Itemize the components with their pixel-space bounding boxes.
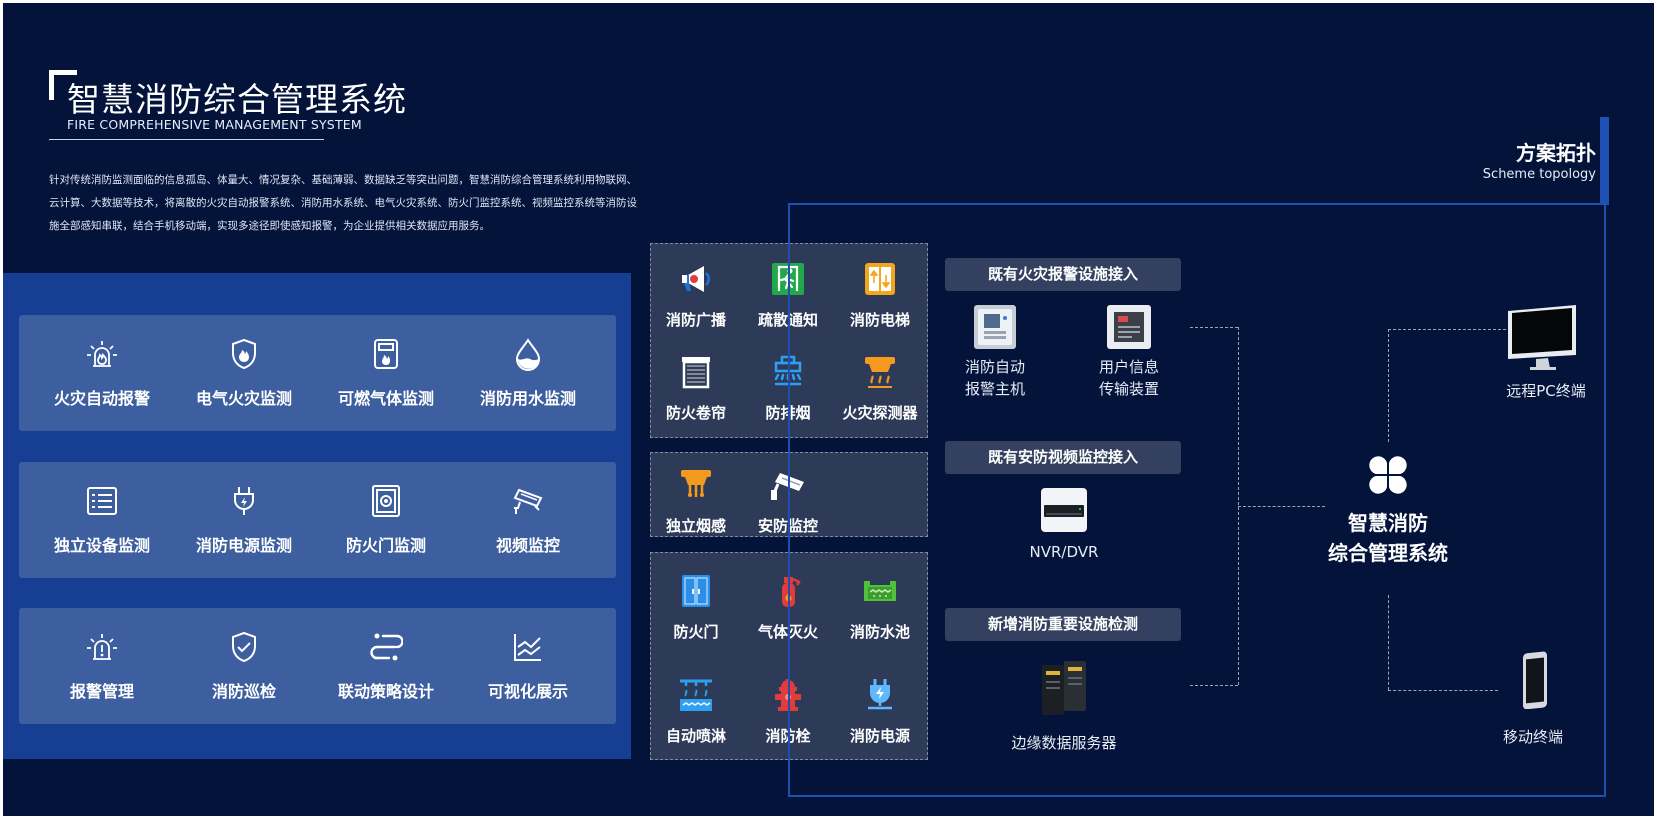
page-subtitle: FIRE COMPREHENSIVE MANAGEMENT SYSTEM [67, 117, 362, 132]
feature-label: 消防巡检 [211, 682, 276, 701]
feature-electrical-fire: 电气火灾监测 [169, 315, 319, 431]
topology-frame [788, 203, 1606, 797]
section-header-new-facilities: 新增消防重要设施检测 [945, 608, 1181, 641]
feature-visualization: 可视化展示 [453, 608, 603, 724]
connector-line [1388, 329, 1506, 330]
connector-line [1388, 329, 1389, 442]
feature-device-monitor: 独立设备监测 [27, 462, 177, 578]
connector-line [1388, 595, 1389, 690]
feature-panel: 火灾自动报警 电气火灾监测 可燃气体监测 消防用水监测 独立设备监测 消防电源监… [3, 273, 631, 759]
section-header-security-video: 既有安防视频监控接入 [945, 441, 1181, 474]
feature-label: 消防电源监测 [195, 536, 292, 555]
cctv-camera-icon [513, 488, 543, 514]
feature-firedoor-monitor: 防火门监测 [311, 462, 461, 578]
device-standalone-smoke: 独立烟感 [651, 455, 741, 535]
gas-detector-icon [374, 339, 398, 369]
chart-icon [514, 634, 541, 661]
terminal-label: 远程PC终端 [1506, 382, 1586, 400]
diagram-canvas: 智慧消防综合管理系统 FIRE COMPREHENSIVE MANAGEMENT… [3, 3, 1654, 816]
feature-label: 视频监控 [495, 536, 560, 555]
feature-label: 联动策略设计 [337, 682, 434, 701]
topology-subtitle: Scheme topology [1482, 167, 1596, 182]
terminal-label: 移动终端 [1502, 728, 1563, 746]
topology-label: 消防自动 报警主机 [964, 358, 1025, 398]
fire-door-icon [372, 485, 400, 517]
device-label: 防火卷帘 [665, 404, 726, 422]
device-sprinkler: 自动喷淋 [651, 665, 741, 745]
center-title-line2: 综合管理系统 [1328, 541, 1448, 565]
alarm-light-icon [87, 634, 117, 660]
sprinkler-icon [680, 679, 712, 711]
topology-accent-bar [1600, 117, 1609, 205]
page-title: 智慧消防综合管理系统 [67, 80, 407, 119]
megaphone-icon [682, 266, 710, 292]
feature-row-3: 报警管理 消防巡检 联动策略设计 可视化展示 [19, 608, 616, 724]
feature-label: 消防用水监测 [479, 389, 576, 408]
connector-line [1388, 690, 1498, 691]
feature-video-monitor: 视频监控 [453, 462, 603, 578]
feature-alarm-management: 报警管理 [27, 608, 177, 724]
edge-server-icon [1042, 661, 1086, 715]
power-plug-icon [234, 487, 254, 515]
device-label: 防火门 [673, 623, 719, 641]
feature-label: 报警管理 [69, 682, 134, 701]
monitor-icon [1508, 305, 1576, 370]
feature-inspection: 消防巡检 [169, 608, 319, 724]
door-icon [682, 575, 710, 607]
feature-power-monitor: 消防电源监测 [169, 462, 319, 578]
feature-label: 可视化展示 [487, 682, 568, 701]
feature-label: 防火门监测 [345, 536, 426, 555]
section-header-fire-alarm: 既有火灾报警设施接入 [945, 258, 1181, 291]
device-label: 独立烟感 [665, 517, 726, 535]
phone-icon [1523, 651, 1547, 709]
connector-line [1238, 506, 1325, 507]
feature-label: 火灾自动报警 [53, 389, 150, 408]
connector-line [1190, 327, 1238, 328]
device-fire-shutter: 防火卷帘 [651, 342, 741, 422]
description-text: 针对传统消防监测面临的信息孤岛、体量大、情况复杂、基础薄弱、数据缺乏等突出问题，… [49, 174, 637, 232]
device-label: 自动喷淋 [665, 727, 726, 745]
feature-label: 可燃气体监测 [337, 389, 434, 408]
feature-label: 电气火灾监测 [195, 389, 292, 408]
water-drop-icon [515, 338, 541, 371]
check-shield-icon [232, 631, 256, 663]
fire-alarm-icon [87, 341, 117, 367]
device-fire-door: 防火门 [651, 561, 741, 641]
device-label: 消防广播 [665, 311, 726, 329]
shutter-icon [682, 357, 710, 389]
feature-row-2: 独立设备监测 消防电源监测 防火门监测 视频监控 [19, 462, 616, 578]
feature-water-monitor: 消防用水监测 [453, 315, 603, 431]
topology-label: 边缘数据服务器 [1011, 734, 1117, 752]
topology-label: NVR/DVR [1029, 543, 1099, 561]
smoke-detector-icon [681, 470, 711, 497]
alarm-host-icon [974, 305, 1016, 349]
connector-line [1190, 685, 1238, 686]
device-broadcast: 消防广播 [651, 249, 741, 329]
clover-logo-icon [1369, 456, 1407, 494]
feature-gas-monitor: 可燃气体监测 [311, 315, 461, 431]
shield-fire-icon [232, 338, 256, 370]
feature-label: 独立设备监测 [53, 536, 150, 555]
feature-row-1: 火灾自动报警 电气火灾监测 可燃气体监测 消防用水监测 [19, 315, 616, 431]
title-underline [49, 139, 324, 140]
topology-title: 方案拓扑 [1516, 141, 1596, 165]
feature-fire-alarm: 火灾自动报警 [27, 315, 177, 431]
device-list-icon [87, 487, 117, 515]
center-system-title: 智慧消防 综合管理系统 [1303, 508, 1473, 568]
nvr-icon [1041, 488, 1087, 532]
linkage-icon [370, 633, 403, 661]
topology-label: 用户信息 传输装置 [1098, 358, 1159, 398]
center-title-line1: 智慧消防 [1348, 511, 1428, 535]
transmission-device-icon [1107, 305, 1151, 349]
feature-linkage-strategy: 联动策略设计 [311, 608, 461, 724]
